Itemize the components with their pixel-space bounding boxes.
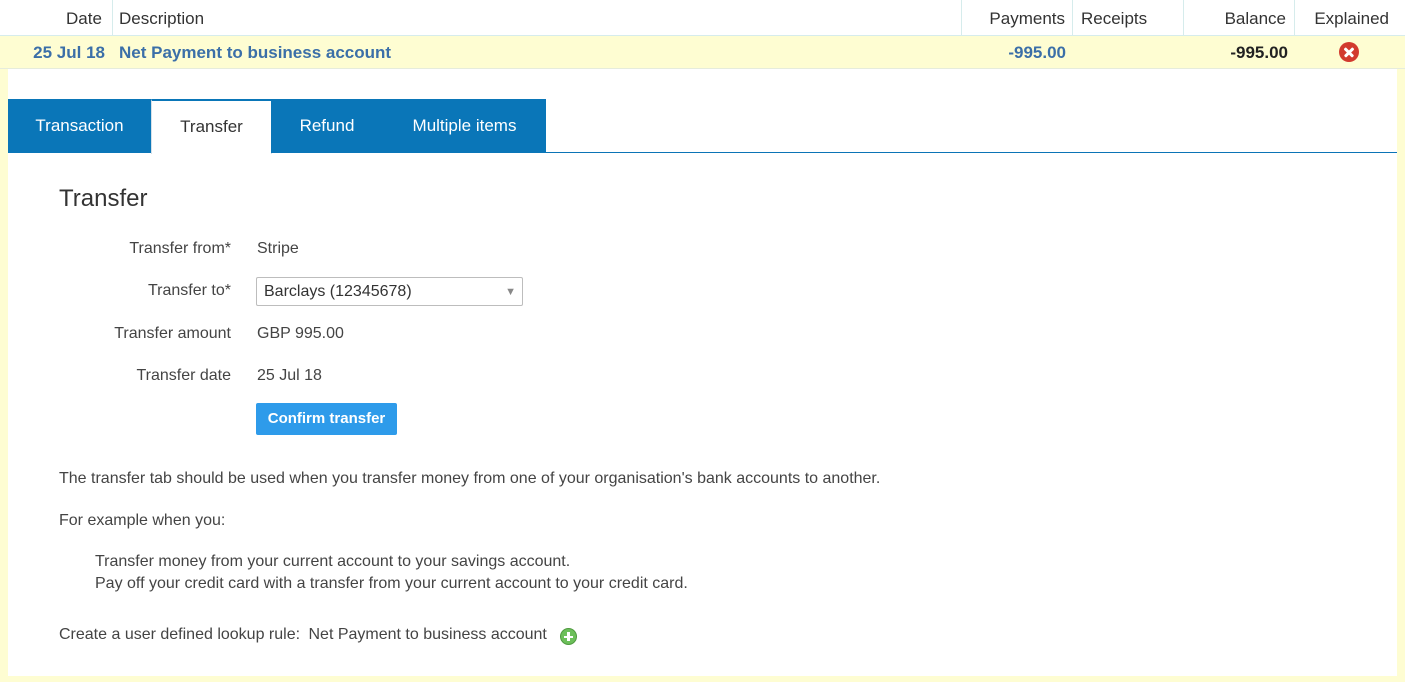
form-title: Transfer — [59, 185, 148, 212]
row-description[interactable]: Net Payment to business account — [119, 36, 391, 69]
row-balance: -995.00 — [1230, 43, 1288, 62]
chevron-down-icon: ▼ — [505, 286, 516, 298]
help-example-item: Pay off your credit card with a transfer… — [95, 575, 688, 592]
transaction-row[interactable]: 25 Jul 18 Net Payment to business accoun… — [0, 36, 1405, 69]
help-intro: The transfer tab should be used when you… — [59, 470, 881, 487]
transfer-date-value: 25 Jul 18 — [257, 367, 322, 384]
transfer-amount-label: Transfer amount — [114, 325, 231, 342]
table-header: Date Description Payments Receipts Balan… — [0, 0, 1405, 36]
tab-refund[interactable]: Refund — [271, 99, 383, 153]
tab-multiple-items[interactable]: Multiple items — [383, 99, 546, 153]
lookup-rule-value: Net Payment to business account — [308, 626, 547, 643]
lookup-rule-label: Create a user defined lookup rule: — [59, 626, 301, 643]
explain-tabs: Transaction Transfer Refund Multiple ite… — [8, 99, 1397, 154]
column-header-description[interactable]: Description — [119, 0, 204, 36]
confirm-transfer-button[interactable]: Confirm transfer — [256, 403, 397, 435]
column-header-explained[interactable]: Explained — [1296, 0, 1389, 36]
transfer-from-label: Transfer from* — [129, 240, 231, 257]
transfer-from-value: Stripe — [257, 240, 299, 257]
add-circle-icon[interactable] — [560, 628, 577, 645]
lookup-rule-line: Create a user defined lookup rule: Net P… — [59, 626, 547, 644]
transfer-to-selected-value: Barclays (12345678) — [264, 283, 412, 300]
row-date: 25 Jul 18 — [33, 43, 105, 62]
transfer-date-label: Transfer date — [136, 367, 231, 384]
transfer-to-label: Transfer to* — [148, 282, 231, 299]
tab-transaction[interactable]: Transaction — [8, 99, 151, 153]
column-header-payments[interactable]: Payments — [962, 0, 1065, 36]
help-example-heading: For example when you: — [59, 512, 226, 529]
help-example-item: Transfer money from your current account… — [95, 553, 571, 570]
tab-transfer[interactable]: Transfer — [151, 99, 272, 154]
column-header-date[interactable]: Date — [66, 0, 102, 36]
column-header-balance[interactable]: Balance — [1184, 0, 1286, 36]
column-header-receipts[interactable]: Receipts — [1081, 0, 1147, 36]
transfer-amount-value: GBP 995.00 — [257, 325, 344, 342]
row-payments: -995.00 — [1008, 43, 1066, 62]
remove-circle-icon[interactable] — [1339, 42, 1359, 62]
transfer-to-select[interactable]: Barclays (12345678) ▼ — [256, 277, 523, 306]
